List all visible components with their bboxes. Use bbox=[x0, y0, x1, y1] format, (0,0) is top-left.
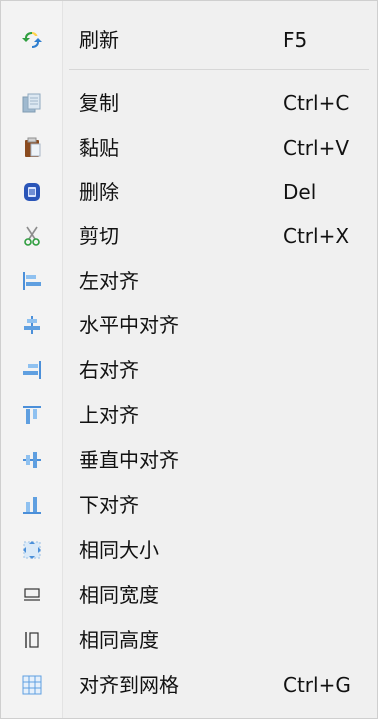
menu-item-shortcut: Ctrl+G bbox=[283, 673, 351, 697]
menu-item-label: 剪切 bbox=[79, 224, 119, 248]
align-to-grid-icon bbox=[1, 665, 63, 705]
menu-item-label: 左对齐 bbox=[79, 269, 139, 293]
menu-item-delete[interactable]: 删除 Del bbox=[1, 172, 377, 212]
menu-item-label: 下对齐 bbox=[79, 493, 139, 517]
align-right-icon bbox=[1, 350, 63, 390]
cut-icon bbox=[1, 216, 63, 256]
menu-separator bbox=[69, 69, 369, 70]
menu-item-same-width[interactable]: 相同宽度 bbox=[1, 575, 377, 615]
menu-item-shortcut: Ctrl+X bbox=[283, 224, 350, 248]
same-size-icon bbox=[1, 530, 63, 570]
menu-item-align-center-horizontal[interactable]: 水平中对齐 bbox=[1, 305, 377, 345]
align-left-icon bbox=[1, 261, 63, 301]
menu-item-align-top[interactable]: 上对齐 bbox=[1, 395, 377, 435]
menu-item-same-size[interactable]: 相同大小 bbox=[1, 530, 377, 570]
menu-item-align-center-vertical[interactable]: 垂直中对齐 bbox=[1, 440, 377, 480]
align-center-horizontal-icon bbox=[1, 305, 63, 345]
menu-item-label: 黏贴 bbox=[79, 136, 119, 160]
menu-item-label: 相同宽度 bbox=[79, 583, 159, 607]
menu-item-shortcut: Ctrl+V bbox=[283, 136, 350, 160]
menu-item-label: 相同高度 bbox=[79, 628, 159, 652]
menu-item-cut[interactable]: 剪切 Ctrl+X bbox=[1, 216, 377, 256]
same-width-icon bbox=[1, 575, 63, 615]
paste-icon bbox=[1, 128, 63, 168]
align-center-vertical-icon bbox=[1, 440, 63, 480]
menu-item-align-right[interactable]: 右对齐 bbox=[1, 350, 377, 390]
refresh-icon bbox=[1, 20, 63, 60]
menu-item-label: 右对齐 bbox=[79, 358, 139, 382]
menu-item-label: 对齐到网格 bbox=[79, 673, 179, 697]
align-bottom-icon bbox=[1, 485, 63, 525]
menu-item-shortcut: F5 bbox=[283, 28, 308, 52]
menu-item-align-to-grid[interactable]: 对齐到网格 Ctrl+G bbox=[1, 665, 377, 705]
menu-item-label: 相同大小 bbox=[79, 538, 159, 562]
menu-item-align-bottom[interactable]: 下对齐 bbox=[1, 485, 377, 525]
delete-icon bbox=[1, 172, 63, 212]
menu-item-label: 复制 bbox=[79, 91, 119, 115]
menu-item-same-height[interactable]: 相同高度 bbox=[1, 620, 377, 660]
menu-item-refresh[interactable]: 刷新 F5 bbox=[1, 20, 377, 60]
menu-item-copy[interactable]: 复制 Ctrl+C bbox=[1, 83, 377, 123]
menu-item-align-left[interactable]: 左对齐 bbox=[1, 261, 377, 301]
menu-item-paste[interactable]: 黏贴 Ctrl+V bbox=[1, 128, 377, 168]
menu-item-label: 垂直中对齐 bbox=[79, 448, 179, 472]
menu-item-label: 刷新 bbox=[79, 28, 119, 52]
menu-item-label: 上对齐 bbox=[79, 403, 139, 427]
copy-icon bbox=[1, 83, 63, 123]
align-top-icon bbox=[1, 395, 63, 435]
context-menu: 刷新 F5 复制 Ctrl+C 黏贴 Ctrl+V 删除 Del 剪切 Ctrl… bbox=[0, 0, 378, 719]
menu-item-shortcut: Ctrl+C bbox=[283, 91, 350, 115]
menu-item-label: 水平中对齐 bbox=[79, 313, 179, 337]
same-height-icon bbox=[1, 620, 63, 660]
menu-item-label: 删除 bbox=[79, 180, 119, 204]
menu-item-shortcut: Del bbox=[283, 180, 317, 204]
